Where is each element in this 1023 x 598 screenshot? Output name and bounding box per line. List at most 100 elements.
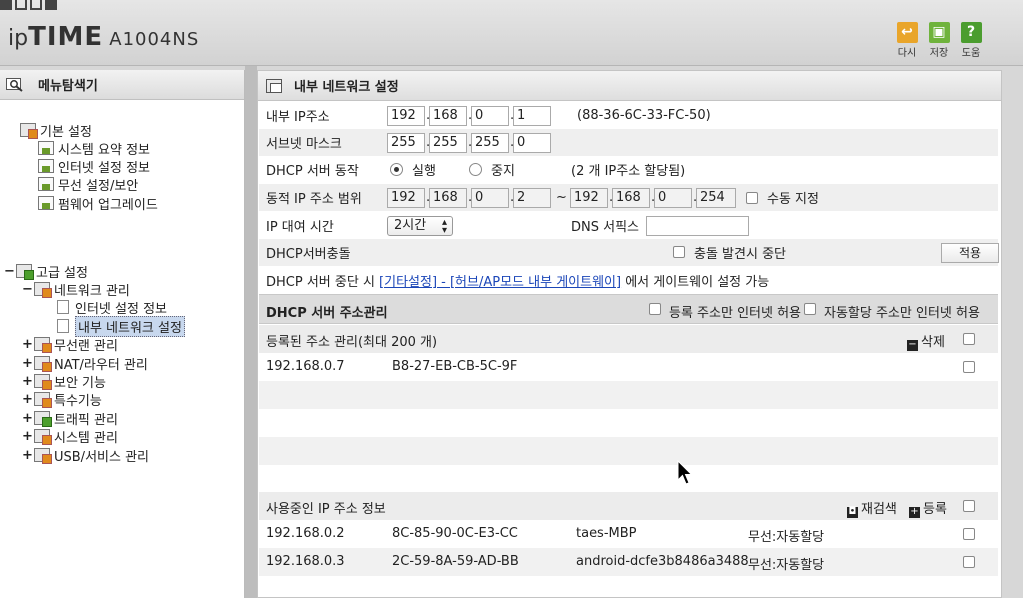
internal-ip-octet-1[interactable] bbox=[387, 105, 425, 126]
save-button[interactable]: ▣ 저장 bbox=[927, 22, 951, 59]
sidebar-item-nat-router[interactable]: + NAT/라우터 관리 bbox=[22, 354, 148, 373]
in-use-header-row: 사용중인 IP 주소 정보 ◘ 재검색 + 등록 bbox=[259, 492, 998, 520]
mouse-cursor-icon bbox=[677, 460, 693, 485]
expand-toggle[interactable]: + bbox=[22, 392, 33, 407]
windows-icon bbox=[266, 78, 282, 93]
dynamic-range-row: 동적 IP 주소 범위 . . . ~ . . . 수동 지정 bbox=[259, 184, 998, 211]
monitor-page-icon bbox=[38, 159, 54, 173]
sidebar-item-wlan[interactable]: + 무선랜 관리 bbox=[22, 335, 118, 354]
table-row: 192.168.0.3 2C-59-8A-59-AD-BB android-dc… bbox=[259, 548, 998, 576]
page-icon bbox=[57, 300, 69, 314]
table-row-empty bbox=[259, 465, 998, 493]
subnet-row: 서브넷 마스크 . . . bbox=[259, 129, 998, 156]
internal-ip-octet-4[interactable] bbox=[513, 105, 551, 126]
sidebar-item-traffic[interactable]: + 트래픽 관리 bbox=[22, 409, 118, 428]
page-icon bbox=[57, 319, 69, 333]
collapse-toggle[interactable]: − bbox=[4, 264, 15, 279]
internal-network-panel: 내부 네트워크 설정 내부 IP주소 . . . (88-36-6C-33-FC… bbox=[257, 70, 1002, 598]
select-all-in-use-checkbox[interactable] bbox=[963, 500, 975, 512]
dhcp-server-row: DHCP 서버 동작 실행 중지 (2 개 IP주소 할당됨) bbox=[259, 156, 998, 183]
row-checkbox[interactable] bbox=[963, 528, 975, 540]
sidebar-item-special[interactable]: + 특수기능 bbox=[22, 390, 102, 409]
manual-range-checkbox[interactable] bbox=[746, 192, 758, 204]
dns-suffix-input[interactable] bbox=[646, 215, 749, 236]
range-end-octet-1[interactable] bbox=[570, 187, 608, 208]
range-start-octet-4[interactable] bbox=[513, 187, 551, 208]
registered-only-checkbox[interactable] bbox=[649, 303, 661, 315]
wireless-page-icon bbox=[38, 177, 54, 191]
menu-explorer-title: 메뉴탐색기 bbox=[0, 70, 244, 100]
collapse-toggle[interactable]: − bbox=[22, 282, 33, 297]
undo-button[interactable]: ↩ 다시 bbox=[895, 22, 919, 59]
dhcp-run-radio[interactable] bbox=[390, 163, 403, 176]
register-button[interactable]: + 등록 bbox=[909, 498, 947, 518]
folder-icon bbox=[34, 356, 52, 372]
apply-button[interactable]: 적용 bbox=[941, 243, 999, 263]
mac-address: (88-36-6C-33-FC-50) bbox=[577, 108, 711, 123]
sidebar-item-internet-info[interactable]: 인터넷 설정 정보 bbox=[36, 157, 150, 176]
gateway-settings-link[interactable]: [기타설정] - [허브/AP모드 내부 게이트웨이] bbox=[379, 275, 621, 290]
undo-icon: ↩ bbox=[896, 22, 918, 43]
range-start-octet-1[interactable] bbox=[387, 187, 425, 208]
help-button[interactable]: ? 도움 bbox=[959, 22, 983, 59]
table-row-empty bbox=[259, 381, 998, 409]
table-row-empty bbox=[259, 409, 998, 437]
dhcp-stop-radio[interactable] bbox=[469, 163, 482, 176]
upgrade-page-icon bbox=[38, 196, 54, 210]
tree-network-management[interactable]: − 네트워크 관리 bbox=[22, 280, 130, 299]
rescan-button[interactable]: ◘ 재검색 bbox=[847, 498, 897, 518]
dhcp-conflict-row: DHCP서버충돌 충돌 발견시 중단 적용 bbox=[259, 239, 999, 266]
expand-toggle[interactable]: + bbox=[22, 411, 33, 426]
header-decoration bbox=[0, 0, 57, 10]
expand-toggle[interactable]: + bbox=[22, 337, 33, 352]
range-end-octet-2[interactable] bbox=[612, 187, 650, 208]
delete-button[interactable]: − 삭제 bbox=[907, 331, 945, 351]
chart-folder-icon bbox=[34, 411, 52, 427]
plus-icon: + bbox=[909, 506, 920, 518]
search-icon: ◘ bbox=[847, 506, 858, 518]
chart-page-icon bbox=[38, 141, 54, 155]
sidebar-item-system[interactable]: + 시스템 관리 bbox=[22, 427, 118, 446]
internal-ip-octet-3[interactable] bbox=[471, 105, 509, 126]
expand-toggle[interactable]: + bbox=[22, 356, 33, 371]
lock-folder-icon bbox=[34, 374, 52, 390]
tree-advanced-settings[interactable]: − 고급 설정 bbox=[4, 262, 88, 281]
internal-ip-octet-2[interactable] bbox=[429, 105, 467, 126]
select-all-registered-checkbox[interactable] bbox=[963, 333, 975, 345]
table-row-empty bbox=[259, 437, 998, 465]
row-checkbox[interactable] bbox=[963, 556, 975, 568]
subnet-octet-4[interactable] bbox=[513, 132, 551, 153]
subnet-octet-1[interactable] bbox=[387, 132, 425, 153]
range-start-octet-2[interactable] bbox=[429, 187, 467, 208]
sidebar-item-internet-setup[interactable]: 인터넷 설정 정보 bbox=[57, 298, 167, 317]
range-end-octet-3[interactable] bbox=[654, 187, 692, 208]
sidebar-item-security[interactable]: + 보안 기능 bbox=[22, 372, 106, 391]
dhcp-note-row: DHCP 서버 중단 시 [기타설정] - [허브/AP모드 내부 게이트웨이]… bbox=[266, 275, 770, 290]
menu-explorer: 메뉴탐색기 기본 설정 시스템 요약 정보 인터넷 설정 정보 무선 설정/보안… bbox=[0, 70, 245, 598]
usb-folder-icon bbox=[34, 448, 52, 464]
range-start-octet-3[interactable] bbox=[471, 187, 509, 208]
sidebar-item-internal-network[interactable]: 내부 네트워크 설정 bbox=[57, 315, 185, 337]
table-row: 192.168.0.2 8C-85-90-0C-E3-CC taes-MBP 무… bbox=[259, 520, 998, 548]
expand-toggle[interactable]: + bbox=[22, 448, 33, 463]
subnet-octet-3[interactable] bbox=[471, 132, 509, 153]
range-end-octet-4[interactable] bbox=[696, 187, 736, 208]
tree-basic-settings[interactable]: 기본 설정 bbox=[18, 121, 92, 140]
lease-time-select[interactable]: 2시간 ▴ ▾ bbox=[387, 215, 453, 236]
magnifier-icon bbox=[6, 77, 23, 92]
registered-header-row: 등록된 주소 관리(최대 200 개) − 삭제 bbox=[259, 325, 998, 353]
conflict-stop-checkbox[interactable] bbox=[673, 246, 685, 258]
folder-icon bbox=[16, 264, 34, 280]
sidebar-item-usb-service[interactable]: + USB/서비스 관리 bbox=[22, 446, 149, 465]
sidebar-item-firmware-upgrade[interactable]: 펌웨어 업그레이드 bbox=[36, 194, 158, 213]
folder-icon bbox=[34, 337, 52, 353]
folder-icon bbox=[34, 282, 52, 298]
sidebar-item-wireless-security[interactable]: 무선 설정/보안 bbox=[36, 175, 138, 194]
folder-icon bbox=[20, 123, 38, 139]
auto-only-checkbox[interactable] bbox=[804, 303, 816, 315]
expand-toggle[interactable]: + bbox=[22, 374, 33, 389]
sidebar-item-system-summary[interactable]: 시스템 요약 정보 bbox=[36, 139, 150, 158]
row-checkbox[interactable] bbox=[963, 361, 975, 373]
expand-toggle[interactable]: + bbox=[22, 429, 33, 444]
subnet-octet-2[interactable] bbox=[429, 132, 467, 153]
